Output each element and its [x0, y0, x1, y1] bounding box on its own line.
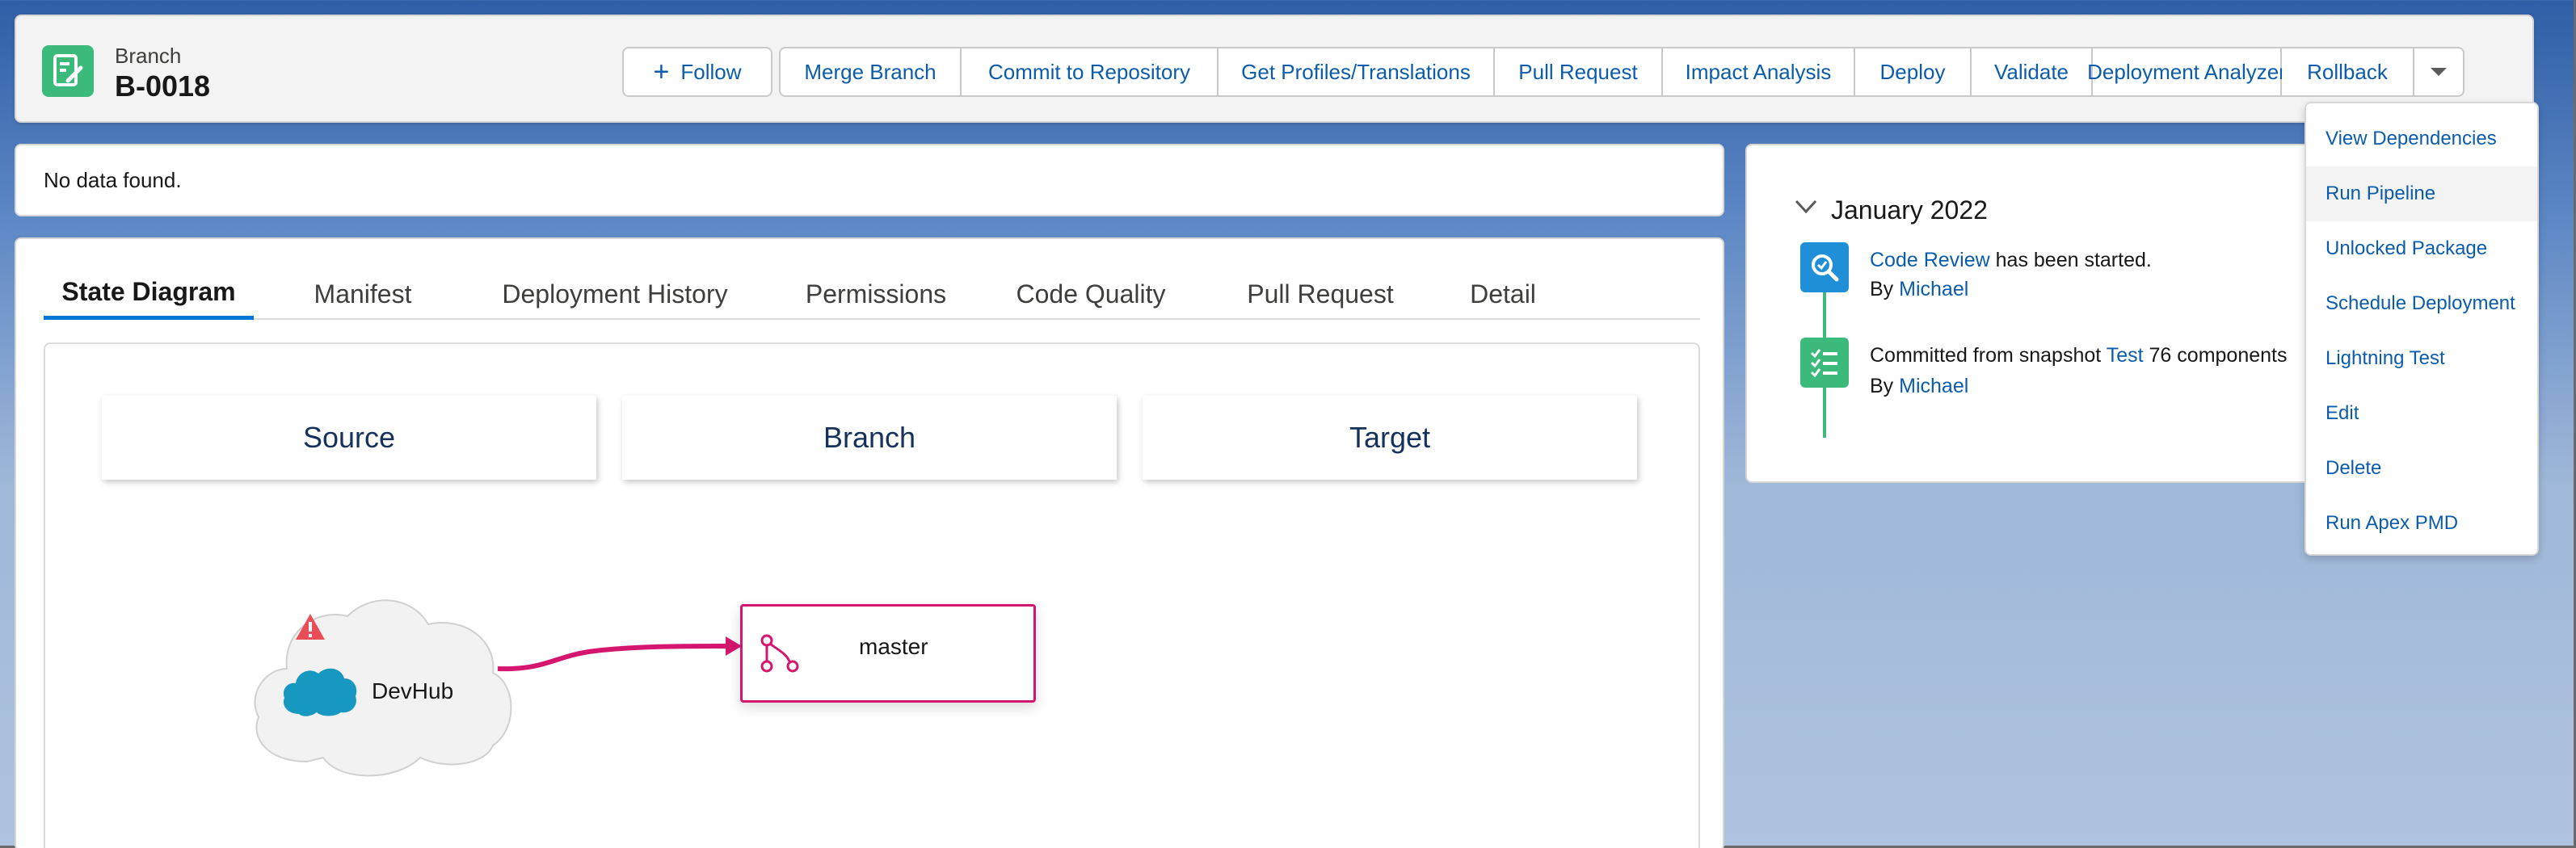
salesforce-cloud-icon [283, 668, 357, 716]
timeline-event-2-text: Committed from snapshot [1870, 344, 2102, 367]
activity-timeline-card: January 2022 Code Review has been starte… [1745, 144, 2311, 483]
tab-code-quality[interactable]: Code Quality [1010, 268, 1172, 320]
code-review-icon [1800, 242, 1849, 292]
chevron-down-icon [2431, 68, 2447, 76]
by-label: By [1870, 375, 1894, 397]
record-object-type: Branch [115, 44, 182, 68]
record-name: B-0018 [115, 69, 211, 103]
follow-label: Follow [680, 59, 742, 84]
timeline-event-1-text: has been started. [1995, 249, 2152, 271]
menu-item-edit[interactable]: Edit [2306, 386, 2537, 441]
code-review-link[interactable]: Code Review [1870, 249, 1990, 271]
get-profiles-translations-button[interactable]: Get Profiles/Translations [1219, 47, 1495, 97]
chevron-down-icon[interactable] [1794, 199, 1818, 215]
timeline-event-2-suffix: 76 components [2149, 344, 2288, 367]
warning-icon [296, 614, 325, 640]
connector-arrow [498, 636, 742, 672]
no-data-card: No data found. [15, 144, 1724, 216]
no-data-message: No data found. [44, 167, 182, 192]
action-button-group: Merge Branch Commit to Repository Get Pr… [779, 47, 2464, 97]
tab-permissions[interactable]: Permissions [802, 268, 950, 320]
tab-manifest[interactable]: Manifest [310, 268, 415, 320]
menu-item-unlocked-package[interactable]: Unlocked Package [2306, 221, 2537, 276]
branch-record-icon [42, 45, 94, 97]
timeline-month: January 2022 [1831, 195, 1988, 225]
impact-analysis-button[interactable]: Impact Analysis [1663, 47, 1855, 97]
deployment-analyzer-button[interactable]: Deployment Analyzer [2087, 47, 2286, 97]
user-link-michael[interactable]: Michael [1899, 375, 1968, 397]
task-list-icon [1800, 338, 1849, 388]
source-node-devhub[interactable]: DevHub [250, 588, 517, 782]
timeline-event-1: Code Review has been started. [1870, 249, 2152, 272]
column-header-target: Target [1143, 396, 1637, 480]
tab-deployment-history[interactable]: Deployment History [490, 268, 740, 320]
by-label: By [1870, 278, 1894, 300]
tab-bar: State Diagram Manifest Deployment Histor… [44, 268, 1700, 320]
record-header: Branch B-0018 + Follow Merge Branch Comm… [15, 15, 2534, 123]
branch-node-master[interactable]: master [740, 604, 1036, 703]
menu-item-view-dependencies[interactable]: View Dependencies [2306, 111, 2537, 166]
state-diagram-panel: Source Branch Target DevHub master [44, 342, 1700, 848]
menu-item-run-apex-pmd[interactable]: Run Apex PMD [2306, 496, 2537, 551]
snapshot-link-test[interactable]: Test [2107, 344, 2144, 367]
rollback-button[interactable]: Rollback [2282, 47, 2414, 97]
timeline-event-2-by: By Michael [1870, 375, 1968, 398]
commit-to-repository-button[interactable]: Commit to Repository [962, 47, 1219, 97]
tab-detail[interactable]: Detail [1464, 268, 1542, 320]
menu-item-run-pipeline[interactable]: Run Pipeline [2306, 166, 2537, 221]
source-node-label: DevHub [372, 678, 454, 703]
tab-state-diagram[interactable]: State Diagram [44, 268, 254, 320]
menu-item-schedule-deployment[interactable]: Schedule Deployment [2306, 276, 2537, 331]
merge-branch-button[interactable]: Merge Branch [779, 47, 962, 97]
column-header-source: Source [102, 396, 596, 480]
tab-pull-request[interactable]: Pull Request [1244, 268, 1396, 320]
user-link-michael[interactable]: Michael [1899, 278, 1968, 300]
column-header-branch: Branch [622, 396, 1117, 480]
more-actions-menu: View Dependencies Run Pipeline Unlocked … [2305, 102, 2539, 556]
follow-button[interactable]: + Follow [622, 47, 772, 97]
main-card: State Diagram Manifest Deployment Histor… [15, 237, 1724, 848]
plus-icon: + [653, 57, 670, 87]
pull-request-button[interactable]: Pull Request [1495, 47, 1663, 97]
timeline-event-2: Committed from snapshot Test 76 componen… [1870, 344, 2287, 367]
branch-node-label: master [859, 634, 928, 659]
menu-item-lightning-test[interactable]: Lightning Test [2306, 331, 2537, 386]
deploy-button[interactable]: Deploy [1855, 47, 1972, 97]
menu-item-delete[interactable]: Delete [2306, 441, 2537, 496]
timeline-event-1-by: By Michael [1870, 278, 1968, 301]
branch-icon [760, 634, 799, 673]
more-actions-button[interactable] [2414, 47, 2464, 97]
action-bar: + Follow Merge Branch Commit to Reposito… [622, 47, 2464, 97]
validate-button[interactable]: Validate [1972, 47, 2093, 97]
